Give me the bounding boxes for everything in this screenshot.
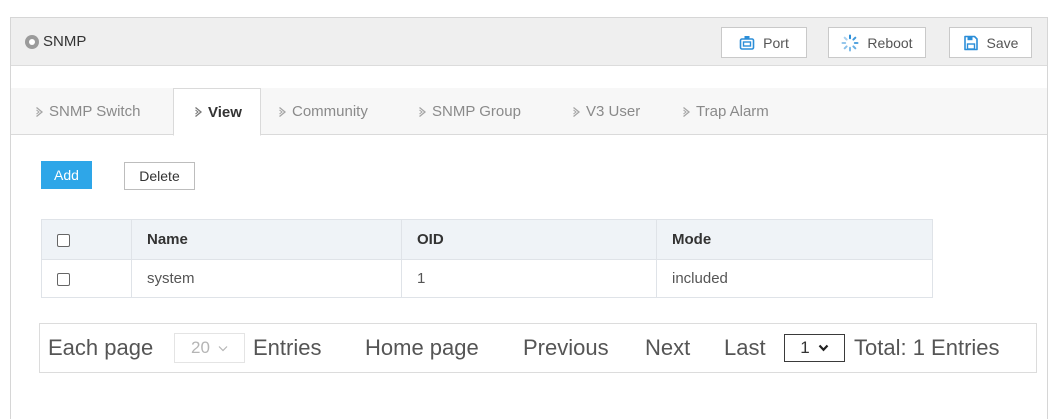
chevron-right-icon [194, 106, 203, 118]
tab-trap-alarm[interactable]: Trap Alarm [667, 88, 797, 135]
column-header-name[interactable]: Name [131, 219, 402, 260]
cell-oid: 1 [401, 259, 657, 298]
table-header-row: Name OID Mode [41, 219, 933, 260]
row-checkbox[interactable] [57, 272, 70, 286]
column-header-oid[interactable]: OID [401, 219, 657, 260]
page-size-label: Each page [48, 335, 154, 360]
pagination-bar: Each page 20 Entries Home page Previous … [39, 323, 1037, 373]
entries-label: Entries [253, 335, 322, 360]
snmp-panel: SNMP Port Reboot Save SNMP Switch View C… [10, 17, 1048, 419]
panel-header: SNMP Port Reboot Save [11, 18, 1047, 66]
next-page-link[interactable]: Next [645, 324, 690, 372]
delete-button[interactable]: Delete [124, 162, 195, 190]
total-entries-label: Total: 1 Entries [854, 335, 1000, 360]
select-all-checkbox[interactable] [57, 233, 70, 247]
tab-label: Community [292, 103, 368, 120]
previous-page-link[interactable]: Previous [523, 324, 609, 372]
reboot-button-label: Reboot [867, 34, 913, 51]
port-button-label: Port [763, 34, 789, 51]
cell-mode: included [656, 259, 933, 298]
chevron-right-icon [35, 106, 44, 118]
current-page-value: 1 [800, 338, 810, 357]
last-page-link[interactable]: Last [724, 324, 766, 372]
chevron-right-icon [278, 106, 287, 118]
page-title: SNMP [43, 33, 87, 50]
chevron-right-icon [682, 106, 691, 118]
tab-bar: SNMP Switch View Community SNMP Group V3… [11, 88, 1047, 136]
cell-name: system [131, 259, 402, 298]
tab-view[interactable]: View [173, 88, 261, 136]
view-table: Name OID Mode system 1 included [41, 219, 933, 298]
chevron-down-icon [818, 344, 829, 352]
circle-dot-icon [25, 35, 39, 49]
tab-label: SNMP Group [432, 103, 521, 120]
chevron-down-icon [218, 345, 228, 352]
reboot-button[interactable]: Reboot [828, 27, 926, 58]
tab-snmp-switch[interactable]: SNMP Switch [23, 88, 173, 135]
tab-label: V3 User [586, 103, 641, 120]
select-all-cell [41, 219, 132, 260]
add-button[interactable]: Add [41, 161, 92, 189]
save-icon [963, 35, 979, 51]
current-page-select[interactable]: 1 [784, 334, 845, 362]
tab-community[interactable]: Community [263, 88, 403, 135]
column-header-mode[interactable]: Mode [656, 219, 933, 260]
row-select-cell [41, 259, 132, 298]
page-size-select[interactable]: 20 [174, 333, 245, 363]
chevron-right-icon [572, 106, 581, 118]
port-button[interactable]: Port [721, 27, 807, 58]
home-page-link[interactable]: Home page [365, 324, 479, 372]
save-button-label: Save [986, 34, 1019, 51]
page-size-value: 20 [191, 338, 210, 357]
tab-label: View [208, 103, 242, 121]
port-icon [739, 35, 755, 51]
tab-label: SNMP Switch [49, 103, 141, 120]
save-button[interactable]: Save [949, 27, 1032, 58]
tab-v3-user[interactable]: V3 User [557, 88, 667, 135]
reboot-icon [841, 34, 859, 52]
tab-label: Trap Alarm [696, 103, 769, 120]
chevron-right-icon [418, 106, 427, 118]
table-row[interactable]: system 1 included [41, 259, 933, 298]
tab-snmp-group[interactable]: SNMP Group [403, 88, 557, 135]
